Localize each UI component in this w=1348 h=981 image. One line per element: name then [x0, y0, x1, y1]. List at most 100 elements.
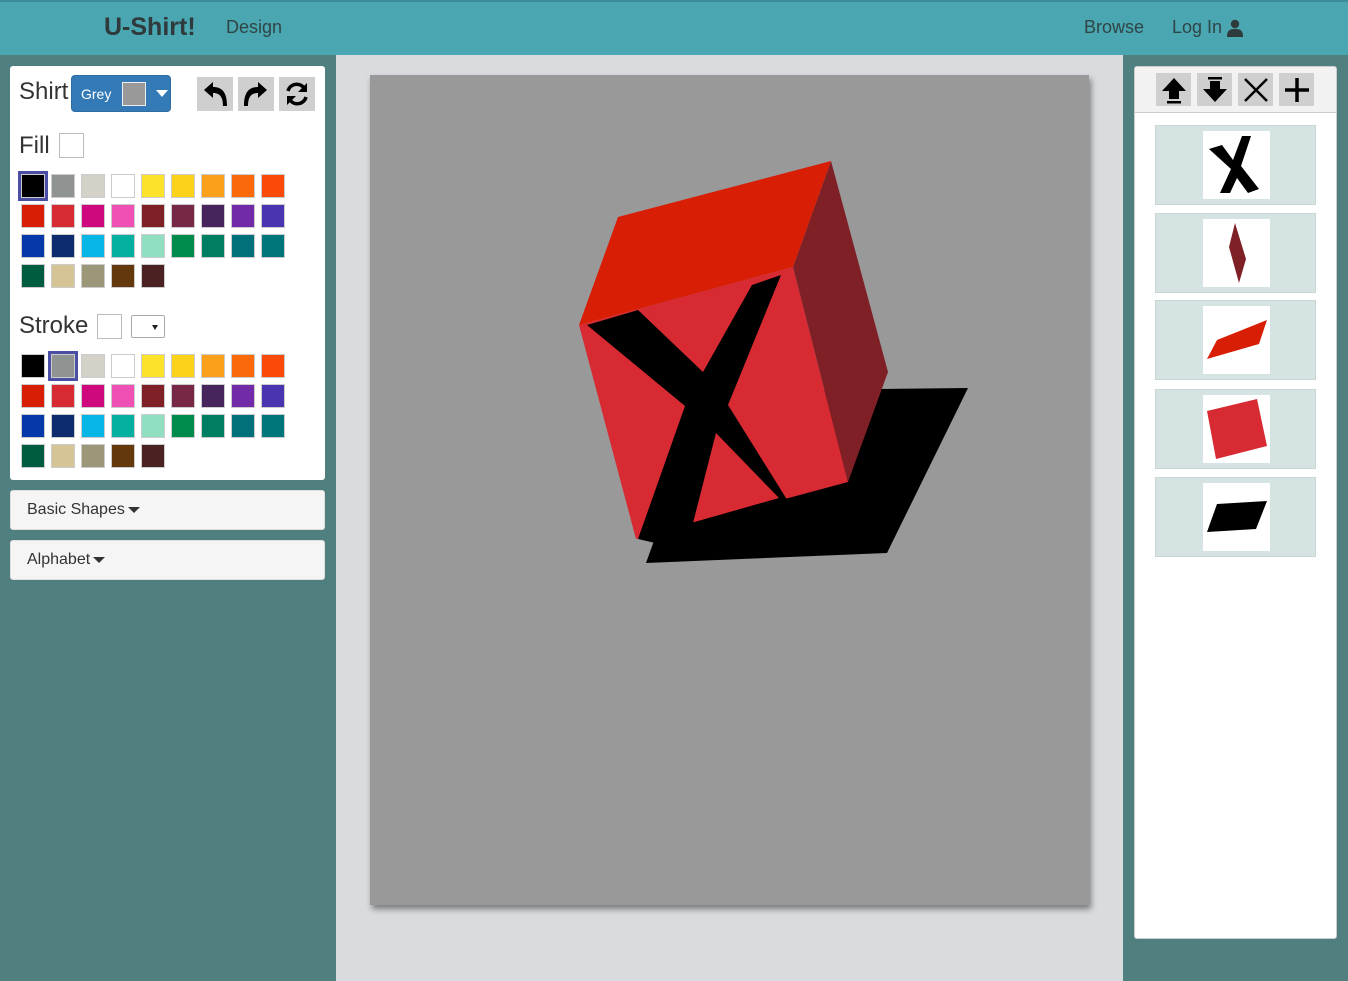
- layer-thumbnail: [1203, 219, 1270, 287]
- move-layer-up-button[interactable]: [1156, 73, 1191, 106]
- color-swatch[interactable]: [171, 414, 195, 438]
- add-layer-button[interactable]: [1279, 73, 1314, 106]
- color-swatch[interactable]: [111, 384, 135, 408]
- top-navbar: U-Shirt! Design Browse Log In: [0, 0, 1348, 55]
- add-icon: [1284, 77, 1309, 102]
- color-swatch[interactable]: [81, 444, 105, 468]
- color-swatch[interactable]: [81, 234, 105, 258]
- color-swatch[interactable]: [201, 384, 225, 408]
- color-swatch[interactable]: [261, 354, 285, 378]
- color-swatch[interactable]: [81, 174, 105, 198]
- layer-item[interactable]: [1155, 477, 1316, 557]
- color-swatch[interactable]: [21, 354, 45, 378]
- color-swatch[interactable]: [141, 384, 165, 408]
- nav-login-link[interactable]: Log In: [1172, 17, 1244, 38]
- layer-item[interactable]: [1155, 125, 1316, 205]
- color-swatch[interactable]: [111, 264, 135, 288]
- color-swatch[interactable]: [201, 354, 225, 378]
- color-swatch[interactable]: [51, 414, 75, 438]
- brand-logo[interactable]: U-Shirt!: [104, 13, 196, 42]
- color-swatch[interactable]: [261, 204, 285, 228]
- color-swatch[interactable]: [171, 354, 195, 378]
- color-swatch[interactable]: [231, 354, 255, 378]
- color-swatch[interactable]: [141, 174, 165, 198]
- shirt-color-dropdown[interactable]: Grey: [71, 75, 171, 112]
- color-swatch[interactable]: [261, 174, 285, 198]
- layer-item[interactable]: [1155, 389, 1316, 469]
- refresh-button[interactable]: [279, 77, 315, 111]
- color-swatch[interactable]: [51, 234, 75, 258]
- color-swatch[interactable]: [231, 414, 255, 438]
- color-swatch[interactable]: [111, 234, 135, 258]
- move-down-icon: [1202, 76, 1227, 102]
- color-swatch[interactable]: [171, 174, 195, 198]
- color-swatch[interactable]: [21, 204, 45, 228]
- color-swatch[interactable]: [18, 171, 48, 201]
- color-swatch[interactable]: [21, 234, 45, 258]
- color-swatch[interactable]: [201, 174, 225, 198]
- color-swatch[interactable]: [171, 384, 195, 408]
- caret-down-icon: [93, 557, 106, 563]
- fill-current-color[interactable]: [59, 133, 84, 158]
- nav-browse-link[interactable]: Browse: [1084, 17, 1144, 38]
- alphabet-accordion[interactable]: Alphabet: [10, 540, 325, 580]
- nav-design-link[interactable]: Design: [226, 17, 282, 38]
- color-swatch[interactable]: [141, 264, 165, 288]
- color-swatch[interactable]: [81, 384, 105, 408]
- color-swatch[interactable]: [51, 204, 75, 228]
- stroke-width-select[interactable]: [131, 315, 165, 338]
- color-swatch[interactable]: [111, 414, 135, 438]
- square-red-thumbnail: [1207, 399, 1267, 459]
- color-swatch[interactable]: [21, 444, 45, 468]
- color-swatch[interactable]: [51, 444, 75, 468]
- undo-button[interactable]: [197, 77, 233, 111]
- color-swatch[interactable]: [48, 351, 78, 381]
- basic-shapes-accordion[interactable]: Basic Shapes: [10, 490, 325, 530]
- color-swatch[interactable]: [111, 354, 135, 378]
- layers-toolbar: [1135, 67, 1336, 113]
- color-swatch[interactable]: [261, 384, 285, 408]
- color-swatch[interactable]: [81, 414, 105, 438]
- layer-item[interactable]: [1155, 213, 1316, 293]
- layers-panel: [1134, 66, 1337, 939]
- design-svg[interactable]: [370, 75, 1089, 905]
- color-swatch[interactable]: [141, 204, 165, 228]
- shirt-canvas[interactable]: [370, 75, 1089, 905]
- stroke-label: Stroke: [19, 312, 89, 339]
- color-swatch[interactable]: [261, 414, 285, 438]
- redo-button[interactable]: [238, 77, 274, 111]
- color-swatch[interactable]: [141, 234, 165, 258]
- color-swatch[interactable]: [81, 204, 105, 228]
- layer-item[interactable]: [1155, 300, 1316, 380]
- color-swatch[interactable]: [261, 234, 285, 258]
- color-swatch[interactable]: [111, 444, 135, 468]
- stroke-current-color[interactable]: [97, 314, 122, 339]
- color-swatch[interactable]: [231, 204, 255, 228]
- color-swatch[interactable]: [171, 204, 195, 228]
- color-swatch[interactable]: [201, 234, 225, 258]
- color-swatch[interactable]: [51, 264, 75, 288]
- color-swatch[interactable]: [171, 234, 195, 258]
- layer-thumbnail: [1203, 306, 1270, 374]
- color-swatch[interactable]: [141, 444, 165, 468]
- color-swatch[interactable]: [201, 414, 225, 438]
- move-up-icon: [1161, 77, 1186, 103]
- delete-layer-button[interactable]: [1238, 73, 1273, 106]
- color-swatch[interactable]: [111, 204, 135, 228]
- color-swatch[interactable]: [81, 264, 105, 288]
- color-swatch[interactable]: [21, 384, 45, 408]
- color-swatch[interactable]: [141, 414, 165, 438]
- color-swatch[interactable]: [141, 354, 165, 378]
- color-swatch[interactable]: [231, 384, 255, 408]
- color-swatch[interactable]: [21, 264, 45, 288]
- color-swatch[interactable]: [231, 174, 255, 198]
- color-swatch[interactable]: [51, 174, 75, 198]
- shirt-color-swatch: [122, 81, 147, 106]
- move-layer-down-button[interactable]: [1197, 73, 1232, 106]
- color-swatch[interactable]: [111, 174, 135, 198]
- color-swatch[interactable]: [231, 234, 255, 258]
- color-swatch[interactable]: [81, 354, 105, 378]
- color-swatch[interactable]: [201, 204, 225, 228]
- color-swatch[interactable]: [51, 384, 75, 408]
- color-swatch[interactable]: [21, 414, 45, 438]
